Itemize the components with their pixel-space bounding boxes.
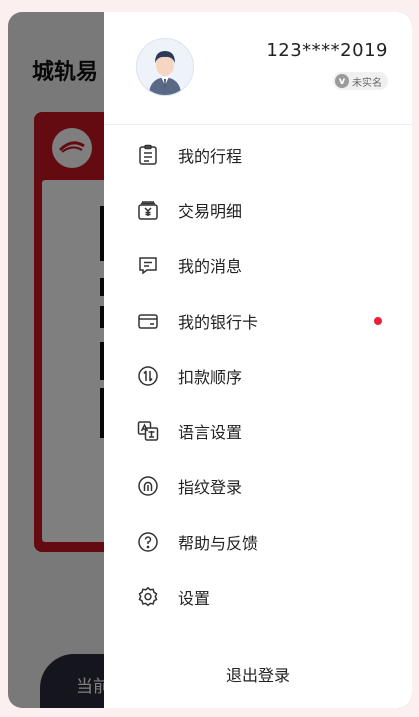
deduction-order-icon: [138, 366, 158, 386]
phone-frame: 城轨易 当前: [8, 12, 412, 708]
menu-item-label: 指纹登录: [178, 478, 243, 498]
menu-item-messages[interactable]: 我的消息: [104, 238, 412, 293]
itinerary-icon: [139, 144, 157, 165]
menu-item-label: 扣款顺序: [178, 367, 243, 387]
menu-item-label: 设置: [178, 589, 211, 609]
menu-item-deduction-order[interactable]: 扣款顺序: [104, 348, 412, 403]
phone-number: 123****2019: [266, 40, 388, 61]
help-icon: [138, 531, 158, 552]
logout-button[interactable]: 退出登录: [104, 662, 412, 686]
menu-item-label: 语言设置: [178, 423, 243, 443]
bank-card-icon: [138, 313, 158, 329]
menu-item-label: 我的消息: [178, 257, 243, 277]
verify-status-badge[interactable]: v 未实名: [333, 72, 388, 90]
verify-status-text: 未实名: [352, 77, 382, 89]
side-drawer: 123****2019 v 未实名 我的行程 交易明细 我的消息 我的银行卡 扣…: [104, 12, 412, 708]
menu-item-label: 帮助与反馈: [178, 533, 259, 553]
message-icon: [139, 257, 157, 275]
menu-item-fingerprint[interactable]: 指纹登录: [104, 459, 412, 514]
menu-item-label: 交易明细: [178, 201, 243, 221]
divider: [104, 124, 412, 125]
menu-item-label: 我的银行卡: [178, 312, 259, 332]
menu-item-transactions[interactable]: 交易明细: [104, 182, 412, 237]
menu-item-help[interactable]: 帮助与反馈: [104, 514, 412, 569]
avatar[interactable]: [136, 38, 194, 96]
notification-dot: [374, 316, 382, 325]
menu-item-settings[interactable]: 设置: [104, 569, 412, 624]
profile-header[interactable]: 123****2019 v 未实名: [104, 12, 412, 124]
v-badge-icon: v: [335, 74, 349, 88]
menu-item-itinerary[interactable]: 我的行程: [104, 127, 412, 182]
drawer-menu: 我的行程 交易明细 我的消息 我的银行卡 扣款顺序 语言设置 指纹登录 帮助与反…: [104, 127, 412, 625]
language-icon: [137, 421, 159, 441]
menu-item-bank-card[interactable]: 我的银行卡: [104, 293, 412, 348]
menu-item-language[interactable]: 语言设置: [104, 403, 412, 458]
menu-item-label: 我的行程: [178, 146, 243, 166]
settings-icon: [138, 586, 158, 607]
transaction-icon: [138, 201, 158, 220]
fingerprint-icon: [138, 476, 158, 497]
